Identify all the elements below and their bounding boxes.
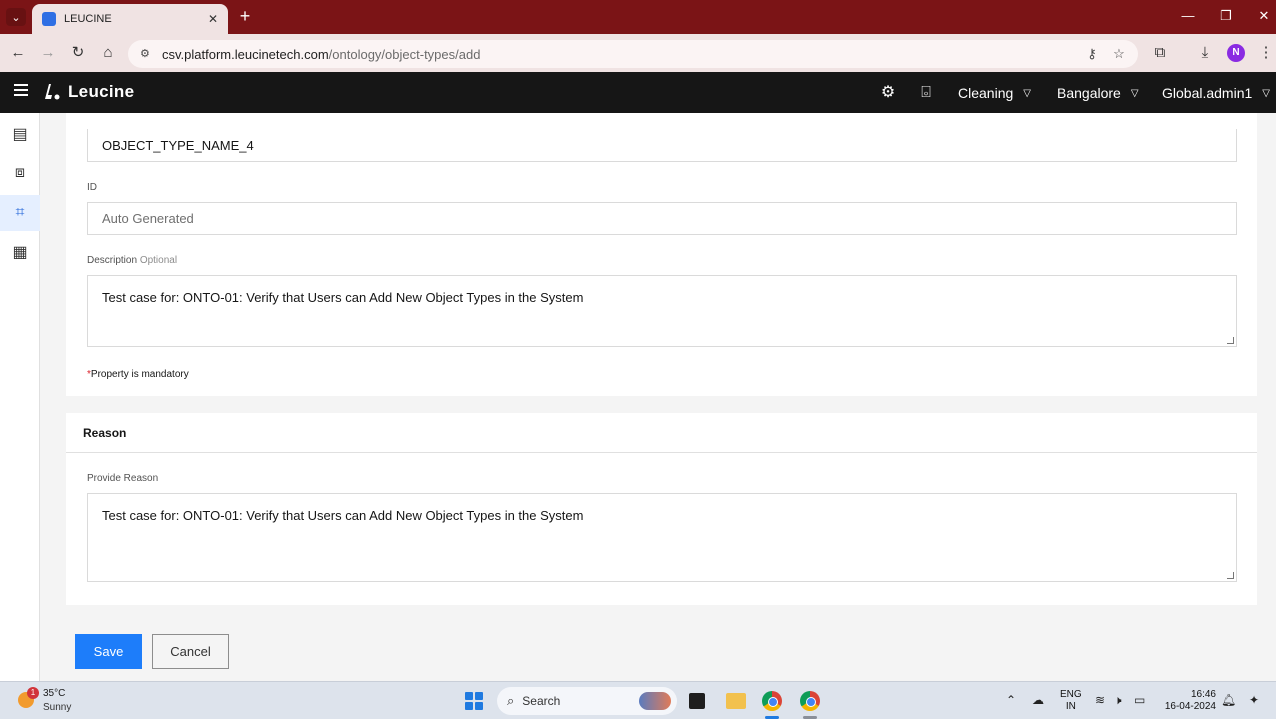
description-textarea[interactable]: Test case for: ONTO-01: Verify that User…: [87, 275, 1237, 347]
save-button[interactable]: Save: [75, 634, 142, 669]
leucine-logo-icon: [42, 82, 62, 102]
resize-handle-icon[interactable]: [1227, 572, 1234, 579]
extensions-icon[interactable]: ⧉: [1150, 43, 1170, 63]
weather-badge: 1: [27, 687, 39, 699]
password-key-icon[interactable]: ⚷: [1083, 46, 1101, 62]
object-type-name-input[interactable]: OBJECT_TYPE_NAME_4: [87, 129, 1237, 162]
reason-heading: Reason: [83, 426, 127, 440]
reload-icon[interactable]: ↻: [68, 43, 88, 63]
site-info-icon[interactable]: ⚙: [140, 47, 154, 61]
battery-icon[interactable]: ▭: [1134, 693, 1145, 707]
windows-start-icon[interactable]: [465, 692, 483, 710]
hamburger-menu-icon[interactable]: [14, 84, 28, 100]
tray-chevron-up-icon[interactable]: ⌃: [1006, 693, 1016, 707]
reason-value: Test case for: ONTO-01: Verify that User…: [102, 508, 584, 523]
reason-section-header: Reason: [66, 413, 1257, 453]
main-content: OBJECT_TYPE_NAME_4 ID Auto Generated Des…: [41, 113, 1276, 681]
optional-tag: Optional: [139, 255, 178, 266]
new-tab-button[interactable]: +: [236, 7, 254, 27]
description-label: Description Optional: [87, 255, 177, 266]
id-input[interactable]: Auto Generated: [87, 202, 1237, 235]
chrome-profile-icon[interactable]: [800, 691, 820, 711]
chevron-down-icon: ▽: [1262, 87, 1270, 99]
provide-reason-label: Provide Reason: [87, 473, 159, 484]
system-clock[interactable]: 16:46 16-04-2024: [1160, 689, 1216, 713]
tab-title: LEUCINE: [64, 13, 112, 25]
browser-tab-bar: ⌄ LEUCINE ✕ + — ❐ ✕: [0, 0, 1276, 34]
speaker-muted-icon[interactable]: 🕨: [1114, 693, 1122, 708]
chevron-down-icon: ▽: [1023, 87, 1031, 99]
id-label: ID: [87, 182, 97, 193]
chrome-icon[interactable]: [762, 691, 782, 711]
onedrive-cloud-icon[interactable]: ☁: [1032, 693, 1044, 707]
weather-description[interactable]: Sunny: [43, 702, 71, 713]
reason-textarea[interactable]: Test case for: ONTO-01: Verify that User…: [87, 493, 1237, 582]
object-type-form-card: OBJECT_TYPE_NAME_4 ID Auto Generated Des…: [66, 113, 1257, 396]
checklist-nav-icon[interactable]: ▤: [0, 116, 40, 152]
window-close-icon[interactable]: ✕: [1254, 8, 1274, 24]
leucine-favicon-icon: [42, 12, 56, 26]
facility-type-dropdown[interactable]: Cleaning ▽: [958, 85, 1031, 101]
url-path: /ontology/object-types/add: [328, 46, 481, 62]
input-language[interactable]: ENG IN: [1060, 689, 1082, 713]
taskbar-search[interactable]: ⌕ Search: [497, 687, 677, 715]
windows-taskbar: 1 35°C Sunny ⌕ Search ⌃ ☁ ENG IN ≋ 🕨 ▭ 1…: [0, 681, 1276, 719]
tab-close-icon[interactable]: ✕: [208, 12, 218, 26]
language-code: ENG: [1060, 689, 1082, 700]
forward-arrow-icon[interactable]: →: [38, 43, 58, 63]
ontology-nav-icon[interactable]: ⌗: [0, 195, 40, 231]
wifi-icon[interactable]: ≋: [1095, 693, 1105, 707]
user-dropdown[interactable]: Global.admin1 ▽: [1162, 85, 1270, 101]
process-nav-icon[interactable]: ⧈: [0, 155, 40, 191]
mandatory-note-text: Property is mandatory: [90, 369, 189, 380]
browser-tab[interactable]: LEUCINE ✕: [32, 4, 228, 34]
user-label: Global.admin1: [1162, 85, 1253, 101]
location-dropdown[interactable]: Bangalore ▽: [1057, 85, 1139, 101]
clock-date: 16-04-2024: [1164, 701, 1216, 712]
cancel-button[interactable]: Cancel: [152, 634, 229, 669]
url-host: csv.platform.leucinetech.com: [162, 46, 329, 62]
reason-card: Reason Provide Reason Test case for: ONT…: [66, 413, 1257, 605]
search-icon: ⌕: [507, 693, 515, 708]
resize-handle-icon[interactable]: [1227, 337, 1234, 344]
taskbar-search-label: Search: [522, 694, 561, 708]
facility-type-label: Cleaning: [958, 85, 1014, 101]
minimize-icon[interactable]: —: [1178, 8, 1198, 23]
maximize-icon[interactable]: ❐: [1216, 8, 1236, 24]
reports-nav-icon[interactable]: ▦: [0, 234, 40, 270]
mandatory-note: *Property is mandatory: [87, 369, 189, 380]
browser-menu-icon[interactable]: ⋮: [1256, 43, 1276, 63]
weather-temperature[interactable]: 35°C: [43, 688, 65, 699]
brand-name: Leucine: [68, 82, 135, 101]
bookmark-star-icon[interactable]: ☆: [1110, 46, 1128, 62]
chevron-down-icon: ▽: [1130, 87, 1139, 99]
tab-list-chevron-icon[interactable]: ⌄: [6, 8, 26, 26]
settings-gear-icon[interactable]: ⚙: [878, 83, 898, 103]
download-icon[interactable]: ⤓: [1195, 43, 1215, 63]
description-label-text: Description: [87, 255, 138, 266]
clock-time: 16:46: [1190, 689, 1216, 700]
scanner-icon[interactable]: ⌻: [916, 83, 936, 103]
address-bar[interactable]: ⚙ csv.platform.leucinetech.com/ontology/…: [128, 40, 1138, 68]
app-header: Leucine ⚙ ⌻ Cleaning ▽ Bangalore ▽ Global.…: [0, 72, 1276, 113]
notification-bell-icon[interactable]: 🔔︎: [1221, 693, 1236, 707]
back-arrow-icon[interactable]: ←: [8, 43, 28, 63]
leucine-logo[interactable]: Leucine: [42, 82, 134, 102]
copilot-icon[interactable]: ✦: [1249, 693, 1259, 707]
location-label: Bangalore: [1057, 85, 1121, 101]
region-code: IN: [1065, 701, 1076, 712]
profile-avatar[interactable]: N: [1227, 44, 1245, 62]
task-view-icon[interactable]: [689, 693, 705, 709]
left-navigation: ▤ ⧈ ⌗ ▦: [0, 113, 40, 681]
home-icon[interactable]: ⌂: [98, 43, 118, 63]
search-highlight-image: [639, 692, 671, 710]
description-value: Test case for: ONTO-01: Verify that User…: [102, 290, 584, 305]
file-explorer-icon[interactable]: [726, 693, 746, 709]
